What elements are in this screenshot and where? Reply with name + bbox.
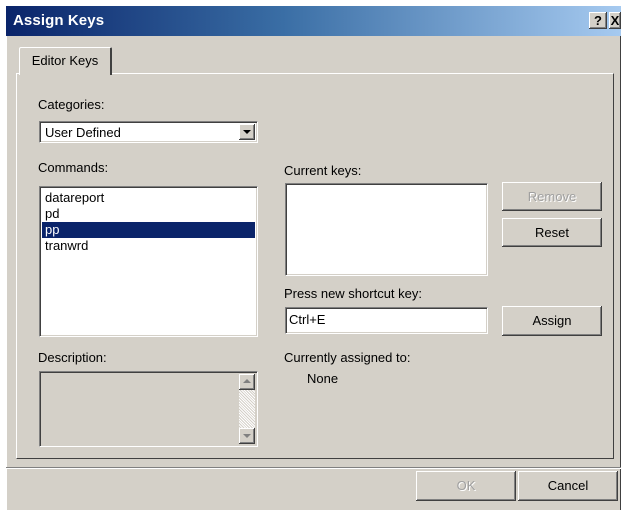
arrow-up-icon <box>243 379 251 383</box>
assigned-to-label: Currently assigned to: <box>284 350 411 365</box>
scroll-up-button[interactable] <box>239 374 255 390</box>
chevron-down-icon <box>243 130 251 134</box>
list-item-pp[interactable]: pp <box>42 222 255 238</box>
arrow-down-icon <box>243 434 251 438</box>
cancel-button[interactable]: Cancel <box>518 471 618 501</box>
window-title: Assign Keys <box>13 12 105 29</box>
shortcut-key-value: Ctrl+E <box>289 312 326 327</box>
description-box <box>39 371 258 447</box>
title-bar[interactable]: Assign Keys ? X <box>6 6 621 36</box>
commands-label: Commands: <box>38 160 109 175</box>
scrollbar-track[interactable] <box>239 390 255 428</box>
categories-selected-value: User Defined <box>45 125 121 140</box>
list-item-pd[interactable]: pd <box>42 206 255 222</box>
reset-button[interactable]: Reset <box>502 218 602 247</box>
dropdown-button[interactable] <box>239 124 255 140</box>
tab-editor-keys[interactable]: Editor Keys <box>19 47 112 75</box>
shortcut-key-input[interactable]: Ctrl+E <box>285 307 488 334</box>
list-item-tranwrd[interactable]: tranwrd <box>42 238 255 254</box>
assigned-to-value: None <box>307 371 339 386</box>
list-item-datareport[interactable]: datareport <box>42 190 255 206</box>
tab-panel: Categories: User Defined Commands: datar… <box>16 73 614 459</box>
current-keys-label: Current keys: <box>284 163 362 178</box>
categories-label: Categories: <box>38 97 105 112</box>
current-keys-list[interactable] <box>285 183 488 276</box>
commands-list[interactable]: datareport pd pp tranwrd <box>39 186 258 337</box>
assign-keys-dialog: Assign Keys ? X Editor Keys Categories: … <box>6 6 621 510</box>
shortcut-label: Press new shortcut key: <box>284 286 422 301</box>
assign-button[interactable]: Assign <box>502 306 602 336</box>
remove-button[interactable]: Remove <box>502 182 602 211</box>
scroll-down-button[interactable] <box>239 428 255 444</box>
close-icon[interactable]: X <box>609 12 621 29</box>
help-icon[interactable]: ? <box>589 12 607 29</box>
footer-divider <box>6 467 621 469</box>
description-label: Description: <box>38 350 107 365</box>
categories-dropdown[interactable]: User Defined <box>39 121 258 143</box>
ok-button[interactable]: OK <box>416 471 516 501</box>
